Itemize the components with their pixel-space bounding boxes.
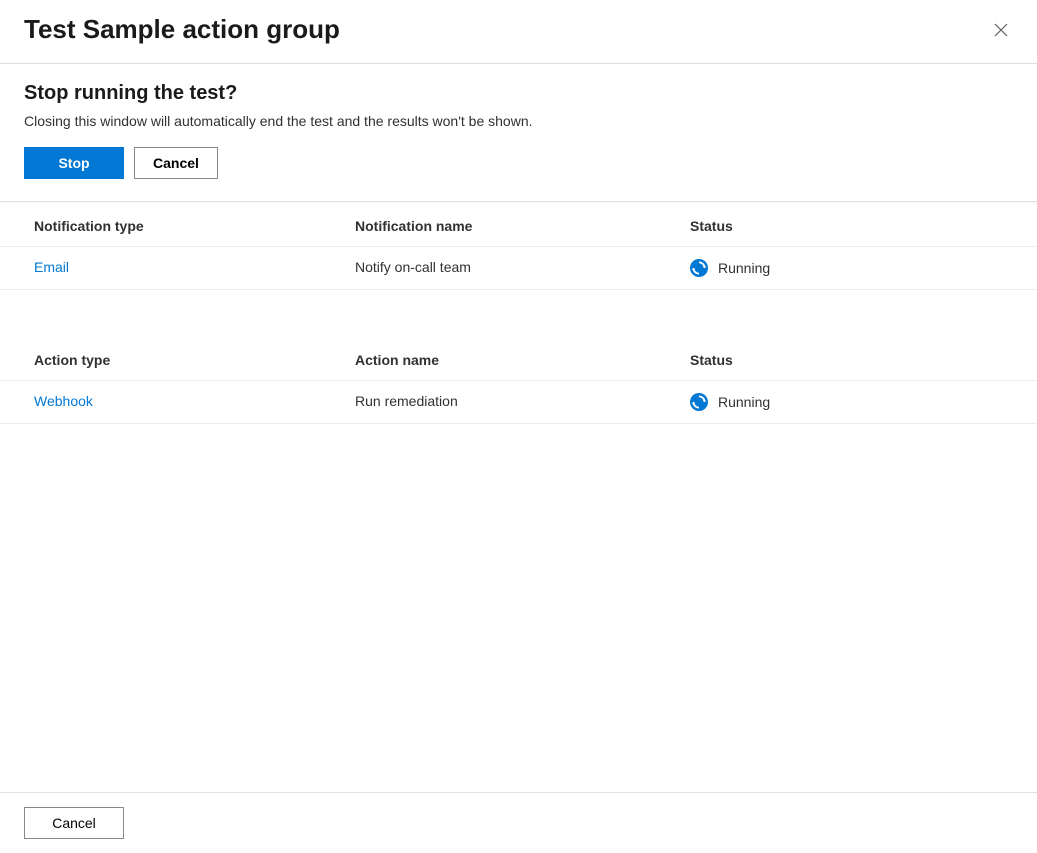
- column-header-name: Notification name: [345, 218, 680, 234]
- notification-type-link[interactable]: Email: [34, 259, 69, 275]
- confirm-button-row: Stop Cancel: [24, 147, 1013, 179]
- table-header-row: Notification type Notification name Stat…: [0, 206, 1037, 247]
- status-cell: Running: [690, 393, 1027, 411]
- status-cell: Running: [690, 259, 1027, 277]
- status-text: Running: [718, 260, 770, 276]
- notification-name: Notify on-call team: [345, 259, 680, 277]
- status-text: Running: [718, 394, 770, 410]
- column-header-name: Action name: [345, 352, 680, 368]
- action-name: Run remediation: [345, 393, 680, 411]
- table-header-row: Action type Action name Status: [0, 340, 1037, 381]
- table-row: Webhook Run remediation Running: [0, 381, 1037, 424]
- column-header-type: Notification type: [0, 218, 345, 234]
- page-title: Test Sample action group: [24, 14, 340, 45]
- column-header-type: Action type: [0, 352, 345, 368]
- confirm-title: Stop running the test?: [24, 82, 1013, 105]
- column-header-status: Status: [680, 218, 1037, 234]
- confirm-panel: Stop running the test? Closing this wind…: [0, 64, 1037, 202]
- actions-table: Action type Action name Status Webhook R…: [0, 340, 1037, 424]
- panel-header: Test Sample action group: [0, 0, 1037, 63]
- running-icon: [690, 259, 708, 277]
- tables-area: Notification type Notification name Stat…: [0, 206, 1037, 424]
- table-row: Email Notify on-call team Running: [0, 247, 1037, 290]
- close-icon: [993, 22, 1009, 38]
- panel-footer: Cancel: [0, 792, 1037, 853]
- stop-button[interactable]: Stop: [24, 147, 124, 179]
- cancel-button[interactable]: Cancel: [134, 147, 218, 179]
- confirm-description: Closing this window will automatically e…: [24, 113, 1013, 129]
- column-header-status: Status: [680, 352, 1037, 368]
- footer-cancel-button[interactable]: Cancel: [24, 807, 124, 839]
- action-type-link[interactable]: Webhook: [34, 393, 93, 409]
- running-icon: [690, 393, 708, 411]
- notifications-table: Notification type Notification name Stat…: [0, 206, 1037, 290]
- close-button[interactable]: [989, 18, 1013, 42]
- table-spacer: [0, 290, 1037, 336]
